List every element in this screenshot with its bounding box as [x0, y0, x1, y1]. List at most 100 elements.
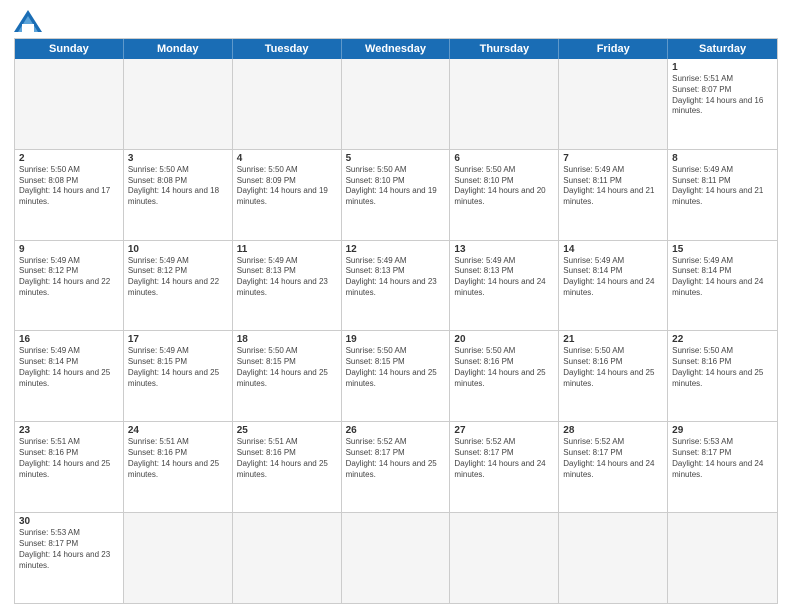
day-number: 27: [454, 425, 554, 436]
day-info: Sunrise: 5:50 AM Sunset: 8:16 PM Dayligh…: [454, 346, 554, 389]
calendar-cell: [668, 513, 777, 603]
day-info: Sunrise: 5:49 AM Sunset: 8:14 PM Dayligh…: [19, 346, 119, 389]
day-number: 18: [237, 334, 337, 345]
day-number: 11: [237, 244, 337, 255]
day-number: 16: [19, 334, 119, 345]
day-info: Sunrise: 5:53 AM Sunset: 8:17 PM Dayligh…: [19, 528, 119, 571]
calendar-row: 1Sunrise: 5:51 AM Sunset: 8:07 PM Daylig…: [15, 59, 777, 149]
calendar: SundayMondayTuesdayWednesdayThursdayFrid…: [14, 38, 778, 604]
day-info: Sunrise: 5:51 AM Sunset: 8:16 PM Dayligh…: [19, 437, 119, 480]
weekday-header: Saturday: [668, 39, 777, 59]
day-info: Sunrise: 5:49 AM Sunset: 8:13 PM Dayligh…: [454, 256, 554, 299]
day-number: 22: [672, 334, 773, 345]
calendar-cell: 14Sunrise: 5:49 AM Sunset: 8:14 PM Dayli…: [559, 241, 668, 331]
calendar-cell: 12Sunrise: 5:49 AM Sunset: 8:13 PM Dayli…: [342, 241, 451, 331]
day-info: Sunrise: 5:50 AM Sunset: 8:16 PM Dayligh…: [563, 346, 663, 389]
weekday-header: Wednesday: [342, 39, 451, 59]
day-number: 14: [563, 244, 663, 255]
day-number: 17: [128, 334, 228, 345]
day-info: Sunrise: 5:53 AM Sunset: 8:17 PM Dayligh…: [672, 437, 773, 480]
calendar-cell: 27Sunrise: 5:52 AM Sunset: 8:17 PM Dayli…: [450, 422, 559, 512]
calendar-cell: [450, 59, 559, 149]
day-number: 1: [672, 62, 773, 73]
calendar-cell: 2Sunrise: 5:50 AM Sunset: 8:08 PM Daylig…: [15, 150, 124, 240]
day-number: 13: [454, 244, 554, 255]
calendar-cell: 10Sunrise: 5:49 AM Sunset: 8:12 PM Dayli…: [124, 241, 233, 331]
day-info: Sunrise: 5:50 AM Sunset: 8:15 PM Dayligh…: [346, 346, 446, 389]
day-number: 15: [672, 244, 773, 255]
page: SundayMondayTuesdayWednesdayThursdayFrid…: [0, 0, 792, 612]
calendar-cell: [233, 513, 342, 603]
calendar-cell: 21Sunrise: 5:50 AM Sunset: 8:16 PM Dayli…: [559, 331, 668, 421]
day-number: 8: [672, 153, 773, 164]
header: [14, 10, 778, 32]
calendar-cell: 18Sunrise: 5:50 AM Sunset: 8:15 PM Dayli…: [233, 331, 342, 421]
day-number: 12: [346, 244, 446, 255]
calendar-cell: [124, 59, 233, 149]
day-number: 20: [454, 334, 554, 345]
calendar-cell: 1Sunrise: 5:51 AM Sunset: 8:07 PM Daylig…: [668, 59, 777, 149]
calendar-cell: 9Sunrise: 5:49 AM Sunset: 8:12 PM Daylig…: [15, 241, 124, 331]
calendar-cell: 23Sunrise: 5:51 AM Sunset: 8:16 PM Dayli…: [15, 422, 124, 512]
day-number: 26: [346, 425, 446, 436]
day-number: 10: [128, 244, 228, 255]
calendar-cell: 16Sunrise: 5:49 AM Sunset: 8:14 PM Dayli…: [15, 331, 124, 421]
day-number: 30: [19, 516, 119, 527]
calendar-row: 2 Sunrise: 5:50 AM Sunset: 8:08 PM Daylig…: [15, 149, 777, 240]
calendar-cell: 13Sunrise: 5:49 AM Sunset: 8:13 PM Dayli…: [450, 241, 559, 331]
calendar-cell: 26Sunrise: 5:52 AM Sunset: 8:17 PM Dayli…: [342, 422, 451, 512]
weekday-header: Sunday: [15, 39, 124, 59]
calendar-cell: [450, 513, 559, 603]
day-number: 4: [237, 153, 337, 164]
day-info: Sunrise: 5:49 AM Sunset: 8:14 PM Dayligh…: [563, 256, 663, 299]
calendar-cell: 20Sunrise: 5:50 AM Sunset: 8:16 PM Dayli…: [450, 331, 559, 421]
calendar-row: 16Sunrise: 5:49 AM Sunset: 8:14 PM Dayli…: [15, 330, 777, 421]
calendar-cell: 29Sunrise: 5:53 AM Sunset: 8:17 PM Dayli…: [668, 422, 777, 512]
day-info: Sunrise: 5:52 AM Sunset: 8:17 PM Dayligh…: [346, 437, 446, 480]
weekday-header: Friday: [559, 39, 668, 59]
day-info: Sunrise: 5:50 AM Sunset: 8:15 PM Dayligh…: [237, 346, 337, 389]
calendar-cell: 24Sunrise: 5:51 AM Sunset: 8:16 PM Dayli…: [124, 422, 233, 512]
calendar-cell: 4Sunrise: 5:50 AM Sunset: 8:09 PM Daylig…: [233, 150, 342, 240]
day-number: 23: [19, 425, 119, 436]
calendar-cell: 8Sunrise: 5:49 AM Sunset: 8:11 PM Daylig…: [668, 150, 777, 240]
day-number: 25: [237, 425, 337, 436]
calendar-cell: 15Sunrise: 5:49 AM Sunset: 8:14 PM Dayli…: [668, 241, 777, 331]
calendar-row: 9Sunrise: 5:49 AM Sunset: 8:12 PM Daylig…: [15, 240, 777, 331]
logo: [14, 10, 50, 32]
calendar-cell: 6Sunrise: 5:50 AM Sunset: 8:10 PM Daylig…: [450, 150, 559, 240]
calendar-cell: 22Sunrise: 5:50 AM Sunset: 8:16 PM Dayli…: [668, 331, 777, 421]
day-number: 2: [19, 153, 119, 164]
day-info: Sunrise: 5:49 AM Sunset: 8:12 PM Dayligh…: [19, 256, 119, 299]
calendar-cell: 3Sunrise: 5:50 AM Sunset: 8:08 PM Daylig…: [124, 150, 233, 240]
weekday-header: Thursday: [450, 39, 559, 59]
calendar-cell: 7Sunrise: 5:49 AM Sunset: 8:11 PM Daylig…: [559, 150, 668, 240]
calendar-cell: 19Sunrise: 5:50 AM Sunset: 8:15 PM Dayli…: [342, 331, 451, 421]
day-info: Sunrise: 5:49 AM Sunset: 8:15 PM Dayligh…: [128, 346, 228, 389]
day-info: Sunrise: 5:50 AM Sunset: 8:08 PM Dayligh…: [128, 165, 228, 208]
weekday-header: Monday: [124, 39, 233, 59]
day-info: Sunrise: 5:49 AM Sunset: 8:11 PM Dayligh…: [672, 165, 773, 208]
day-info: Sunrise: 5:49 AM Sunset: 8:14 PM Dayligh…: [672, 256, 773, 299]
day-number: 5: [346, 153, 446, 164]
calendar-cell: [559, 59, 668, 149]
calendar-header: SundayMondayTuesdayWednesdayThursdayFrid…: [15, 39, 777, 59]
calendar-body: 1Sunrise: 5:51 AM Sunset: 8:07 PM Daylig…: [15, 59, 777, 603]
calendar-cell: 25Sunrise: 5:51 AM Sunset: 8:16 PM Dayli…: [233, 422, 342, 512]
weekday-header: Tuesday: [233, 39, 342, 59]
day-info: Sunrise: 5:50 AM Sunset: 8:09 PM Dayligh…: [237, 165, 337, 208]
logo-icon: [14, 10, 42, 32]
day-number: 9: [19, 244, 119, 255]
day-info: Sunrise: 5:49 AM Sunset: 8:12 PM Dayligh…: [128, 256, 228, 299]
calendar-cell: 5Sunrise: 5:50 AM Sunset: 8:10 PM Daylig…: [342, 150, 451, 240]
day-number: 28: [563, 425, 663, 436]
calendar-cell: [233, 59, 342, 149]
day-number: 21: [563, 334, 663, 345]
calendar-cell: [124, 513, 233, 603]
calendar-cell: [15, 59, 124, 149]
day-info: Sunrise: 5:49 AM Sunset: 8:13 PM Dayligh…: [237, 256, 337, 299]
calendar-cell: 30Sunrise: 5:53 AM Sunset: 8:17 PM Dayli…: [15, 513, 124, 603]
day-number: 7: [563, 153, 663, 164]
day-info: Sunrise: 5:52 AM Sunset: 8:17 PM Dayligh…: [454, 437, 554, 480]
day-number: 24: [128, 425, 228, 436]
